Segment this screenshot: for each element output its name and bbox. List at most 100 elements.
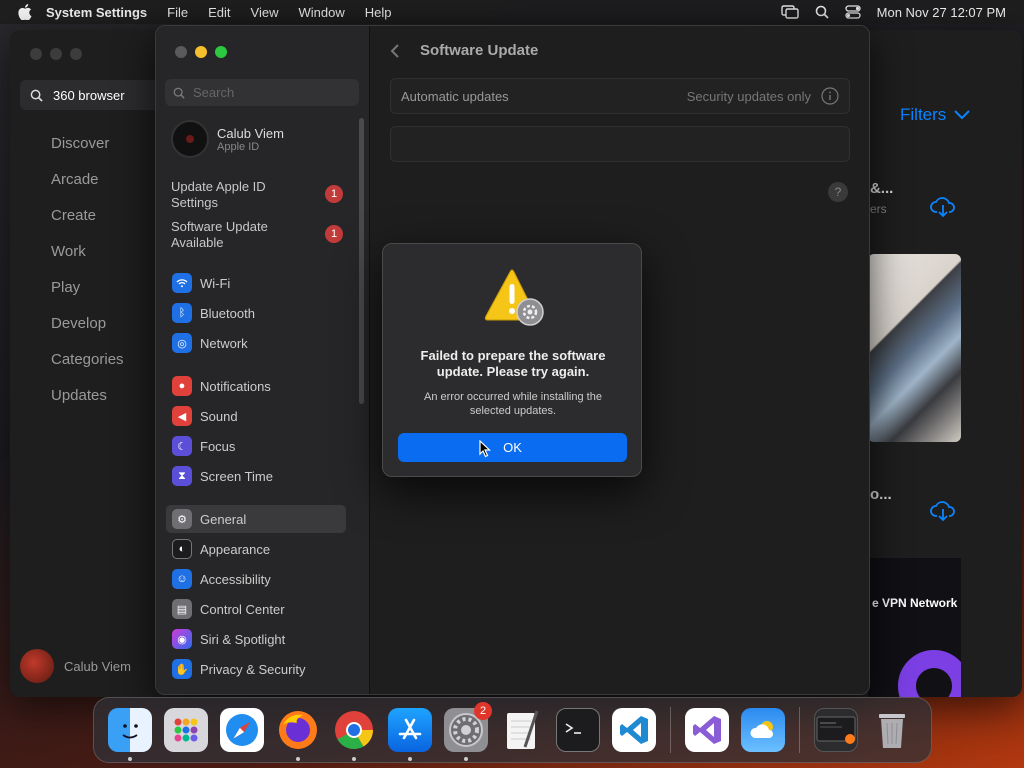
dock-trash[interactable] — [870, 708, 914, 752]
dock-badge: 2 — [474, 702, 492, 720]
screen-mirroring-icon[interactable] — [780, 5, 799, 19]
speaker-icon: ◀ — [172, 406, 192, 426]
apple-menu-icon[interactable] — [18, 4, 32, 20]
zoom-button[interactable] — [215, 46, 227, 58]
spotlight-search-icon[interactable] — [815, 5, 829, 19]
search-placeholder: Search — [193, 85, 235, 100]
sidebar-item-focus[interactable]: ☾ Focus — [166, 432, 346, 460]
sidebar-item-control-center[interactable]: ▤ Control Center — [166, 595, 346, 623]
sidebar-item-notifications[interactable]: ● Notifications — [166, 372, 346, 400]
zoom-window-button[interactable] — [70, 48, 82, 60]
download-cloud-icon-2[interactable] — [930, 500, 956, 527]
store-nav-updates[interactable]: Updates — [51, 382, 124, 418]
dock-downloads-stack[interactable] — [814, 708, 858, 752]
dock-textedit[interactable] — [500, 708, 544, 752]
sidebar-item-label: Wi-Fi — [200, 275, 231, 291]
sidebar-item-network[interactable]: ◎ Network — [166, 329, 346, 357]
dock-visual-studio[interactable] — [685, 708, 729, 752]
dock-vscode[interactable] — [612, 708, 656, 752]
dock-firefox[interactable] — [276, 708, 320, 761]
menu-window[interactable]: Window — [298, 5, 344, 20]
app-screenshot-vpn[interactable]: e VPN Network — [868, 558, 961, 697]
page-title: Software Update — [420, 42, 539, 59]
sidebar-item-wifi[interactable]: Wi-Fi — [166, 269, 346, 297]
vpn-banner-text: e VPN Network — [872, 596, 958, 610]
menu-edit[interactable]: Edit — [208, 5, 230, 20]
vpn-ring-graphic — [898, 650, 961, 697]
app-card-title[interactable]: &... — [870, 180, 893, 197]
sidebar-item-bluetooth[interactable]: ᛒ Bluetooth — [166, 299, 346, 327]
store-nav-discover[interactable]: Discover — [51, 130, 124, 166]
apple-id-account[interactable]: Calub Viem Apple ID — [171, 120, 284, 158]
textedit-icon — [507, 710, 539, 749]
sidebar-item-label: General — [200, 511, 247, 527]
sidebar-item-label: Privacy & Security — [200, 661, 306, 677]
dialog-message: An error occurred while installing the s… — [424, 391, 602, 417]
dock-app-store[interactable] — [388, 708, 432, 761]
dock-launchpad[interactable] — [164, 708, 208, 752]
sidebar-item-appearance[interactable]: ◐ Appearance — [166, 535, 346, 563]
sidebar-item-label: Screen Time — [200, 468, 273, 484]
sidebar-item-siri-spotlight[interactable]: ◉ Siri & Spotlight — [166, 625, 346, 653]
dock-safari[interactable] — [220, 708, 264, 752]
store-user-account[interactable]: Calub Viem — [20, 649, 131, 683]
software-update-notice[interactable]: Software Update Available 1 — [171, 219, 343, 251]
store-nav-work[interactable]: Work — [51, 238, 124, 274]
sidebar-item-accessibility[interactable]: ☺ Accessibility — [166, 565, 346, 593]
menu-bar: System Settings File Edit View Window He… — [0, 0, 1024, 24]
sidebar-item-privacy-security[interactable]: ✋ Privacy & Security — [166, 655, 346, 683]
help-button[interactable]: ? — [828, 182, 848, 202]
store-user-name: Calub Viem — [64, 658, 131, 674]
automatic-updates-row[interactable]: Automatic updates Security updates only — [390, 78, 850, 114]
store-nav-categories[interactable]: Categories — [51, 346, 124, 382]
globe-icon: ◎ — [172, 333, 192, 353]
account-name: Calub Viem — [217, 125, 284, 141]
sidebar-item-label: Focus — [200, 438, 236, 454]
download-cloud-icon[interactable] — [930, 196, 956, 223]
ok-button[interactable]: OK — [398, 433, 627, 462]
filters-button[interactable]: Filters — [900, 105, 970, 125]
sidebar-scrollbar[interactable] — [359, 118, 364, 404]
store-sidebar-nav: Discover Arcade Create Work Play Develop… — [51, 130, 124, 418]
dock-chrome[interactable] — [332, 708, 376, 761]
store-search-field[interactable]: 360 browser — [20, 80, 160, 110]
close-button[interactable] — [175, 46, 187, 58]
dock-terminal[interactable] — [556, 708, 600, 752]
app-store-icon — [398, 718, 422, 740]
dock-separator — [670, 707, 671, 753]
filters-label: Filters — [900, 105, 947, 124]
back-chevron-icon[interactable] — [390, 43, 400, 59]
dock-finder[interactable] — [108, 708, 152, 761]
close-window-button[interactable] — [30, 48, 42, 60]
avatar — [20, 649, 54, 683]
notice-label: Update Apple ID Settings — [171, 179, 266, 210]
minimize-button[interactable] — [195, 46, 207, 58]
appearance-icon: ◐ — [172, 539, 192, 559]
menu-view[interactable]: View — [251, 5, 279, 20]
store-nav-create[interactable]: Create — [51, 202, 124, 238]
dock-system-settings[interactable]: 2 — [444, 702, 492, 761]
control-center-icon[interactable] — [844, 5, 861, 19]
siri-icon: ◉ — [172, 629, 192, 649]
settings-search-field[interactable]: Search — [165, 79, 359, 106]
sidebar-item-sound[interactable]: ◀ Sound — [166, 402, 346, 430]
launchpad-icon — [174, 718, 198, 742]
update-apple-id-notice[interactable]: Update Apple ID Settings 1 — [171, 179, 343, 211]
menu-clock[interactable]: Mon Nov 27 12:07 PM — [877, 5, 1006, 20]
store-nav-play[interactable]: Play — [51, 274, 124, 310]
dock-weather[interactable] — [741, 708, 785, 752]
sidebar-item-general[interactable]: ⚙ General — [166, 505, 346, 533]
account-subtitle: Apple ID — [217, 140, 260, 153]
menu-file[interactable]: File — [167, 5, 188, 20]
app-screenshot-laptop[interactable] — [868, 254, 961, 442]
sidebar-item-screen-time[interactable]: ⧗ Screen Time — [166, 462, 346, 490]
notice-badge: 1 — [325, 185, 343, 203]
info-icon[interactable] — [821, 87, 839, 105]
store-nav-develop[interactable]: Develop — [51, 310, 124, 346]
store-nav-arcade[interactable]: Arcade — [51, 166, 124, 202]
finder-icon — [122, 724, 138, 739]
menu-help[interactable]: Help — [365, 5, 392, 20]
app-card-title-2[interactable]: o... — [870, 486, 892, 503]
menu-app-name[interactable]: System Settings — [46, 5, 147, 20]
minimize-window-button[interactable] — [50, 48, 62, 60]
